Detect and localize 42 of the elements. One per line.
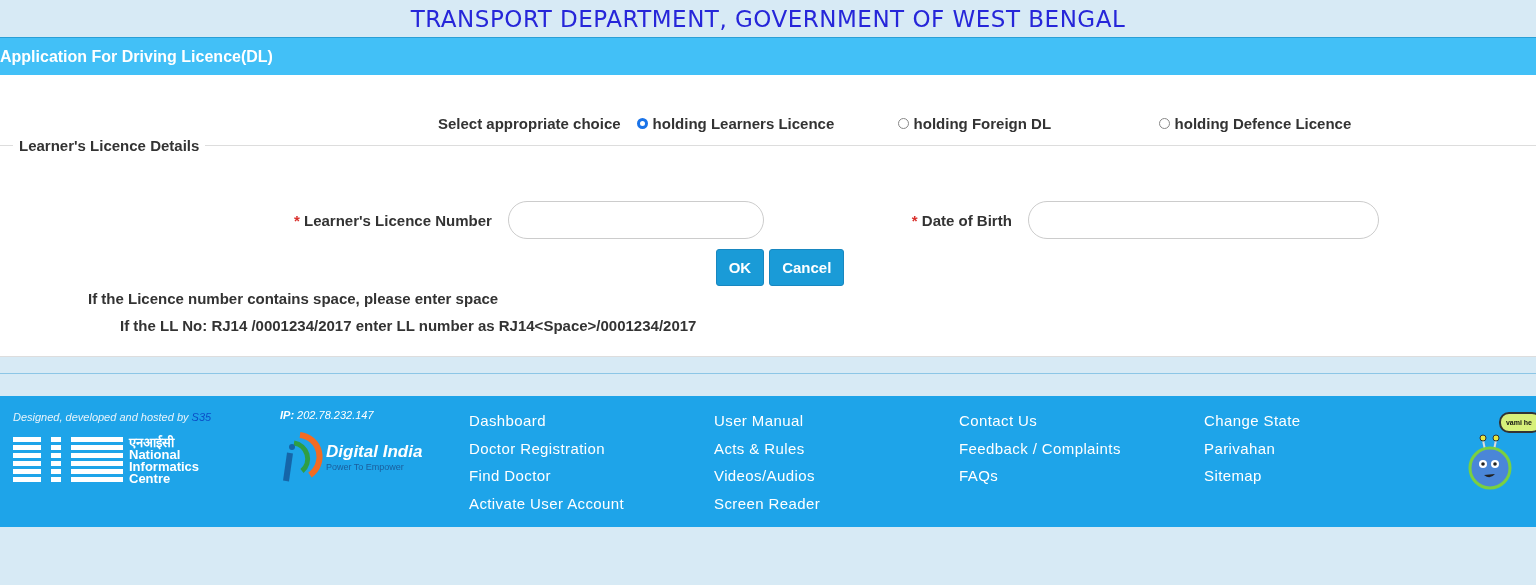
radio-button[interactable]	[636, 117, 648, 129]
radio-option[interactable]: holding Learners Licence	[636, 114, 898, 132]
footer-link[interactable]: User Manual	[714, 412, 959, 430]
ok-button[interactable]: OK	[715, 249, 765, 286]
footer-link[interactable]: FAQs	[959, 467, 1204, 485]
footer-link[interactable]: Videos/Audios	[714, 467, 959, 485]
footer-link[interactable]: Sitemap	[1204, 467, 1449, 485]
nic-logo-text: Centre	[129, 472, 171, 485]
field-label: * Date of Birth	[911, 211, 1012, 229]
footer-link[interactable]: Parivahan	[1204, 439, 1449, 457]
page-title: TRANSPORT DEPARTMENT, GOVERNMENT OF WEST BENGAL	[410, 5, 1126, 32]
credit-link[interactable]: S35	[191, 411, 212, 423]
footer-link[interactable]: Contact Us	[959, 412, 1204, 430]
footer-link[interactable]: Doctor Registration	[469, 439, 714, 457]
radio-button[interactable]	[897, 117, 909, 129]
footer-link[interactable]: Change State	[1204, 412, 1449, 430]
ip-address: IP: 202.78.232.147	[280, 409, 375, 421]
field-label: * Learner's Licence Number	[294, 211, 492, 229]
footer-link[interactable]: Activate User Account	[469, 494, 714, 512]
date-of-birth-field[interactable]	[1027, 201, 1379, 239]
digital-india-icon	[280, 431, 324, 483]
nic-logo-icon	[13, 436, 123, 482]
cancel-button[interactable]: Cancel	[769, 249, 845, 286]
footer-link[interactable]: Dashboard	[469, 412, 714, 430]
digital-india-tagline: Power To Empower	[326, 462, 405, 472]
fieldset-legend: Learner's Licence Details	[13, 137, 206, 154]
licence-number-field[interactable]	[507, 201, 764, 239]
footer-link[interactable]: Screen Reader	[714, 494, 959, 512]
credit-text: Designed, developed and hosted by S35	[13, 410, 213, 425]
radio-option[interactable]: holding Foreign DL	[897, 114, 1159, 132]
footer-link[interactable]: Feedback / Complaints	[959, 439, 1204, 457]
radio-option[interactable]: holding Defence Licence	[1158, 114, 1420, 132]
footer-link[interactable]: Acts & Rules	[714, 439, 959, 457]
nic-hindi-text: एनआईसी	[129, 436, 176, 449]
instruction-text: If the Licence number contains space, please enter space	[88, 290, 500, 307]
nic-logo-text: Informatics	[129, 460, 200, 473]
digital-india-text: Digital India	[326, 442, 423, 462]
section-title: Application For Driving Licence(DL)	[0, 47, 273, 66]
footer-link[interactable]: Find Doctor	[469, 467, 714, 485]
choice-label: Select appropriate choice	[438, 114, 621, 132]
radio-button[interactable]	[1158, 117, 1170, 129]
instruction-text: If the LL No: RJ14 /0001234/2017 enter LL number as RJ14<Space>/0001234/2017	[120, 317, 698, 334]
